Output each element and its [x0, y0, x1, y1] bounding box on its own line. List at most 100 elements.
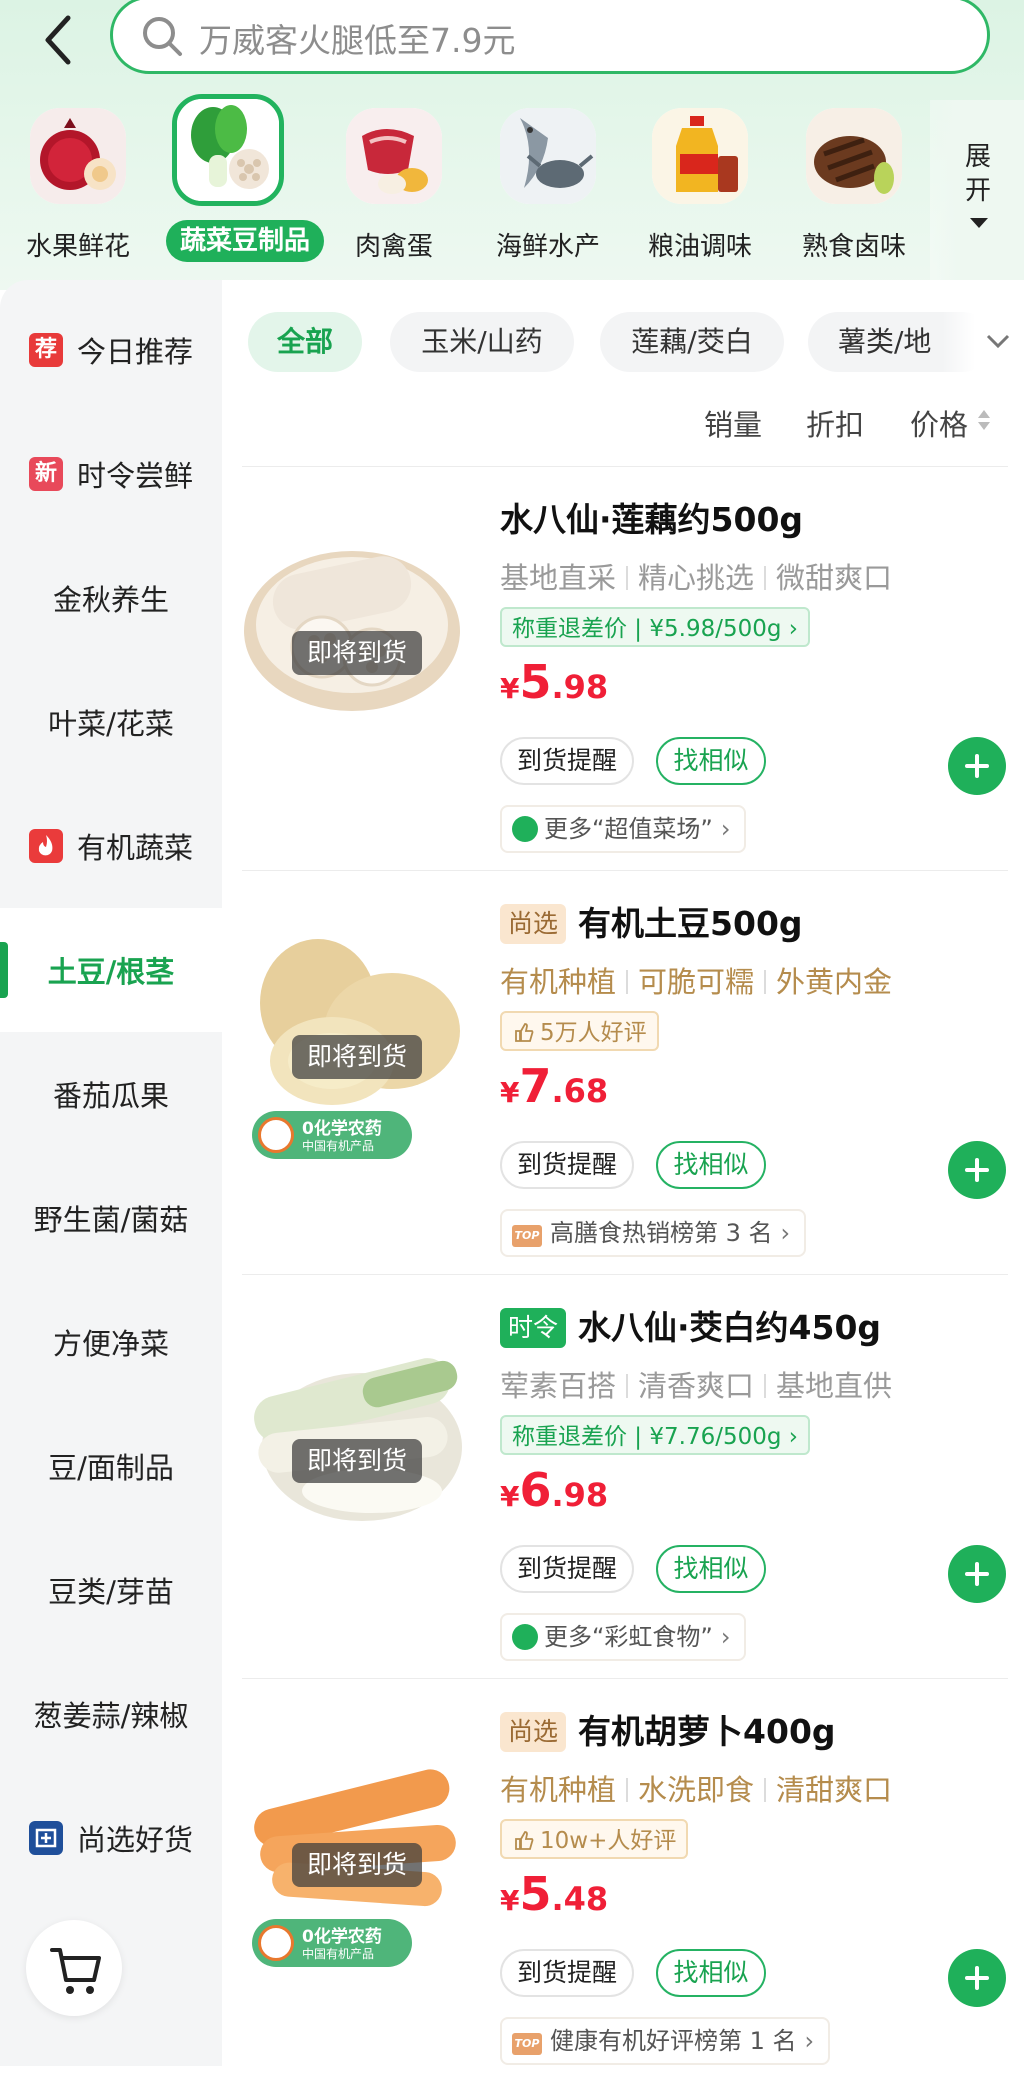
- chip-lotus-wild-rice[interactable]: 莲藕/茭白: [600, 312, 784, 372]
- organic-certification-badge: 0化学农药 中国有机产品: [252, 1111, 412, 1159]
- pomegranate-icon: [30, 108, 126, 204]
- sidebar-item-label: 今日推荐: [76, 335, 193, 369]
- price-integer: 5: [519, 655, 552, 709]
- category-label: 海鲜水产: [495, 232, 600, 262]
- organic-logo-icon: [258, 1117, 294, 1153]
- find-similar-button[interactable]: 找相似: [656, 1949, 766, 1997]
- product-card[interactable]: 即将到货 0化学农药 中国有机产品 尚选 有机胡萝卜400g 有机种植 水洗即食 清甜…: [242, 1678, 1008, 2083]
- sidebar-item-today-recommend[interactable]: 荐 今日推荐: [0, 288, 222, 412]
- seasonal-tag: 时令: [500, 1308, 567, 1348]
- chips-expand-button[interactable]: [942, 306, 1024, 376]
- search-bar[interactable]: 万威客火腿低至7.9元: [110, 0, 990, 74]
- select-tag: 尚选: [500, 1712, 567, 1752]
- ranking-link[interactable]: TOP 高膳食热销榜第 3 名 ›: [500, 1209, 807, 1257]
- feature-text: 荤素百搭: [500, 1369, 617, 1403]
- more-link[interactable]: 更多“彩虹食物” ›: [500, 1613, 747, 1661]
- ranking-link-text: 健康有机好评榜第 1 名: [550, 2027, 797, 2055]
- feature-text: 基地直采: [500, 561, 617, 595]
- chevron-right-icon: ›: [788, 616, 798, 642]
- meat-icon: [346, 108, 442, 204]
- find-similar-button[interactable]: 找相似: [656, 737, 766, 785]
- coming-soon-badge: 即将到货: [292, 1843, 422, 1887]
- ranking-link[interactable]: TOP 健康有机好评榜第 1 名 ›: [500, 2017, 831, 2065]
- expand-categories-button[interactable]: 展 开: [930, 100, 1024, 290]
- category-deli[interactable]: 熟食卤味: [784, 100, 924, 270]
- sidebar-item-aromatics[interactable]: 葱姜蒜/辣椒: [0, 1652, 222, 1776]
- category-label: 水果鲜花: [25, 232, 130, 262]
- product-card[interactable]: 即将到货 0化学农药 中国有机产品 尚选 有机土豆500g 有机种植 可脆可糯 外黄内…: [242, 870, 1008, 1275]
- organic-sublabel: 中国有机产品: [302, 1139, 375, 1153]
- arrival-notify-button[interactable]: 到货提醒: [500, 1141, 634, 1189]
- chevron-right-icon: ›: [788, 1424, 798, 1450]
- weight-refund-pill[interactable]: 称重退差价 | ¥5.98/500g ›: [500, 607, 810, 647]
- organic-logo-icon: [258, 1925, 294, 1961]
- sidebar-item-seasonal[interactable]: 新 时令尝鲜: [0, 412, 222, 536]
- sidebar-item-select-goods[interactable]: 尚选好货: [0, 1776, 222, 1900]
- sidebar-item-tomato-melon[interactable]: 番茄瓜果: [0, 1032, 222, 1156]
- chevron-right-icon: ›: [804, 2027, 815, 2055]
- back-button[interactable]: [36, 10, 86, 70]
- category-grain-oil[interactable]: 粮油调味: [630, 100, 770, 270]
- sidebar-item-label: 金秋养生: [52, 583, 169, 617]
- organic-sublabel: 中国有机产品: [302, 1947, 375, 1961]
- sort-by-sales[interactable]: 销量: [704, 402, 762, 444]
- product-image[interactable]: 即将到货: [242, 1315, 472, 1545]
- sort-by-price[interactable]: 价格: [910, 402, 968, 444]
- product-image[interactable]: 即将到货 0化学农药 中国有机产品: [242, 1719, 472, 1967]
- rating-pill: 10w+人好评: [500, 1819, 689, 1859]
- thumbs-up-icon: [515, 1023, 534, 1042]
- organic-label: 0化学农药: [302, 1119, 382, 1139]
- price-decimal: .98: [551, 1476, 609, 1514]
- currency-symbol: ¥: [500, 1884, 520, 1917]
- product-price: ¥6.98: [500, 1463, 608, 1517]
- chip-corn-yam[interactable]: 玉米/山药: [390, 312, 574, 372]
- chevron-right-icon: ›: [720, 1623, 731, 1651]
- add-to-cart-button[interactable]: [948, 737, 1006, 795]
- search-placeholder[interactable]: 万威客火腿低至7.9元: [199, 14, 515, 62]
- add-to-cart-button[interactable]: [948, 1545, 1006, 1603]
- category-fruit[interactable]: 水果鲜花: [8, 100, 148, 270]
- sidebar-item-label: 方便净菜: [52, 1327, 169, 1361]
- chip-all[interactable]: 全部: [248, 312, 362, 372]
- feature-text: 有机种植: [500, 965, 617, 999]
- product-image[interactable]: 即将到货 0化学农药 中国有机产品: [242, 911, 472, 1159]
- product-card[interactable]: 即将到货 水八仙·莲藕约500g 基地直采 精心挑选 微甜爽口 称重退差价 | ¥5…: [242, 466, 1008, 871]
- sidebar-item-potato-root[interactable]: 土豆/根茎: [0, 908, 222, 1032]
- fish-icon: [500, 108, 596, 204]
- currency-symbol: ¥: [500, 672, 520, 705]
- add-to-cart-button[interactable]: [948, 1141, 1006, 1199]
- arrival-notify-button[interactable]: 到货提醒: [500, 1949, 634, 1997]
- subcategory-chips: 全部 玉米/山药 莲藕/茭白 薯类/地: [248, 312, 1024, 372]
- sidebar-item-label: 番茄瓜果: [52, 1079, 169, 1113]
- add-to-cart-button[interactable]: [948, 1949, 1006, 2007]
- find-similar-button[interactable]: 找相似: [656, 1141, 766, 1189]
- product-features: 荤素百搭 清香爽口 基地直供: [500, 1363, 892, 1405]
- box-icon: [28, 1821, 63, 1855]
- sidebar-item-tofu-noodle[interactable]: 豆/面制品: [0, 1404, 222, 1528]
- sidebar-item-mushroom[interactable]: 野生菌/菌菇: [0, 1156, 222, 1280]
- more-link-text: 更多“超值菜场”: [544, 815, 713, 843]
- more-link[interactable]: 更多“超值菜场” ›: [500, 805, 747, 853]
- weight-refund-pill[interactable]: 称重退差价 | ¥7.76/500g ›: [500, 1415, 810, 1455]
- product-title-text: 水八仙·茭白约450g: [578, 1308, 882, 1347]
- sidebar-item-beans-sprouts[interactable]: 豆类/芽苗: [0, 1528, 222, 1652]
- sidebar-item-prepped-veg[interactable]: 方便净菜: [0, 1280, 222, 1404]
- category-seafood[interactable]: 海鲜水产: [478, 100, 618, 270]
- sidebar-item-autumn-health[interactable]: 金秋养生: [0, 536, 222, 660]
- sidebar-item-label: 有机蔬菜: [76, 831, 193, 865]
- category-vegetables[interactable]: 蔬菜豆制品: [160, 94, 324, 270]
- category-meat[interactable]: 肉禽蛋: [324, 100, 464, 270]
- new-badge-icon: 新: [28, 457, 63, 491]
- product-image[interactable]: 即将到货: [242, 507, 472, 737]
- find-similar-button[interactable]: 找相似: [656, 1545, 766, 1593]
- sidebar-item-leafy[interactable]: 叶菜/花菜: [0, 660, 222, 784]
- product-features: 有机种植 水洗即食 清甜爽口: [500, 1767, 892, 1809]
- product-card[interactable]: 即将到货 时令 水八仙·茭白约450g 荤素百搭 清香爽口 基地直供 称重退差价 | …: [242, 1274, 1008, 1679]
- sidebar-item-organic[interactable]: 有机蔬菜: [0, 784, 222, 908]
- cart-button[interactable]: [26, 1920, 122, 2016]
- arrival-notify-button[interactable]: 到货提醒: [500, 737, 634, 785]
- price-integer: 6: [519, 1463, 552, 1517]
- sort-by-discount[interactable]: 折扣: [806, 402, 864, 444]
- product-title-text: 有机土豆500g: [578, 904, 803, 943]
- arrival-notify-button[interactable]: 到货提醒: [500, 1545, 634, 1593]
